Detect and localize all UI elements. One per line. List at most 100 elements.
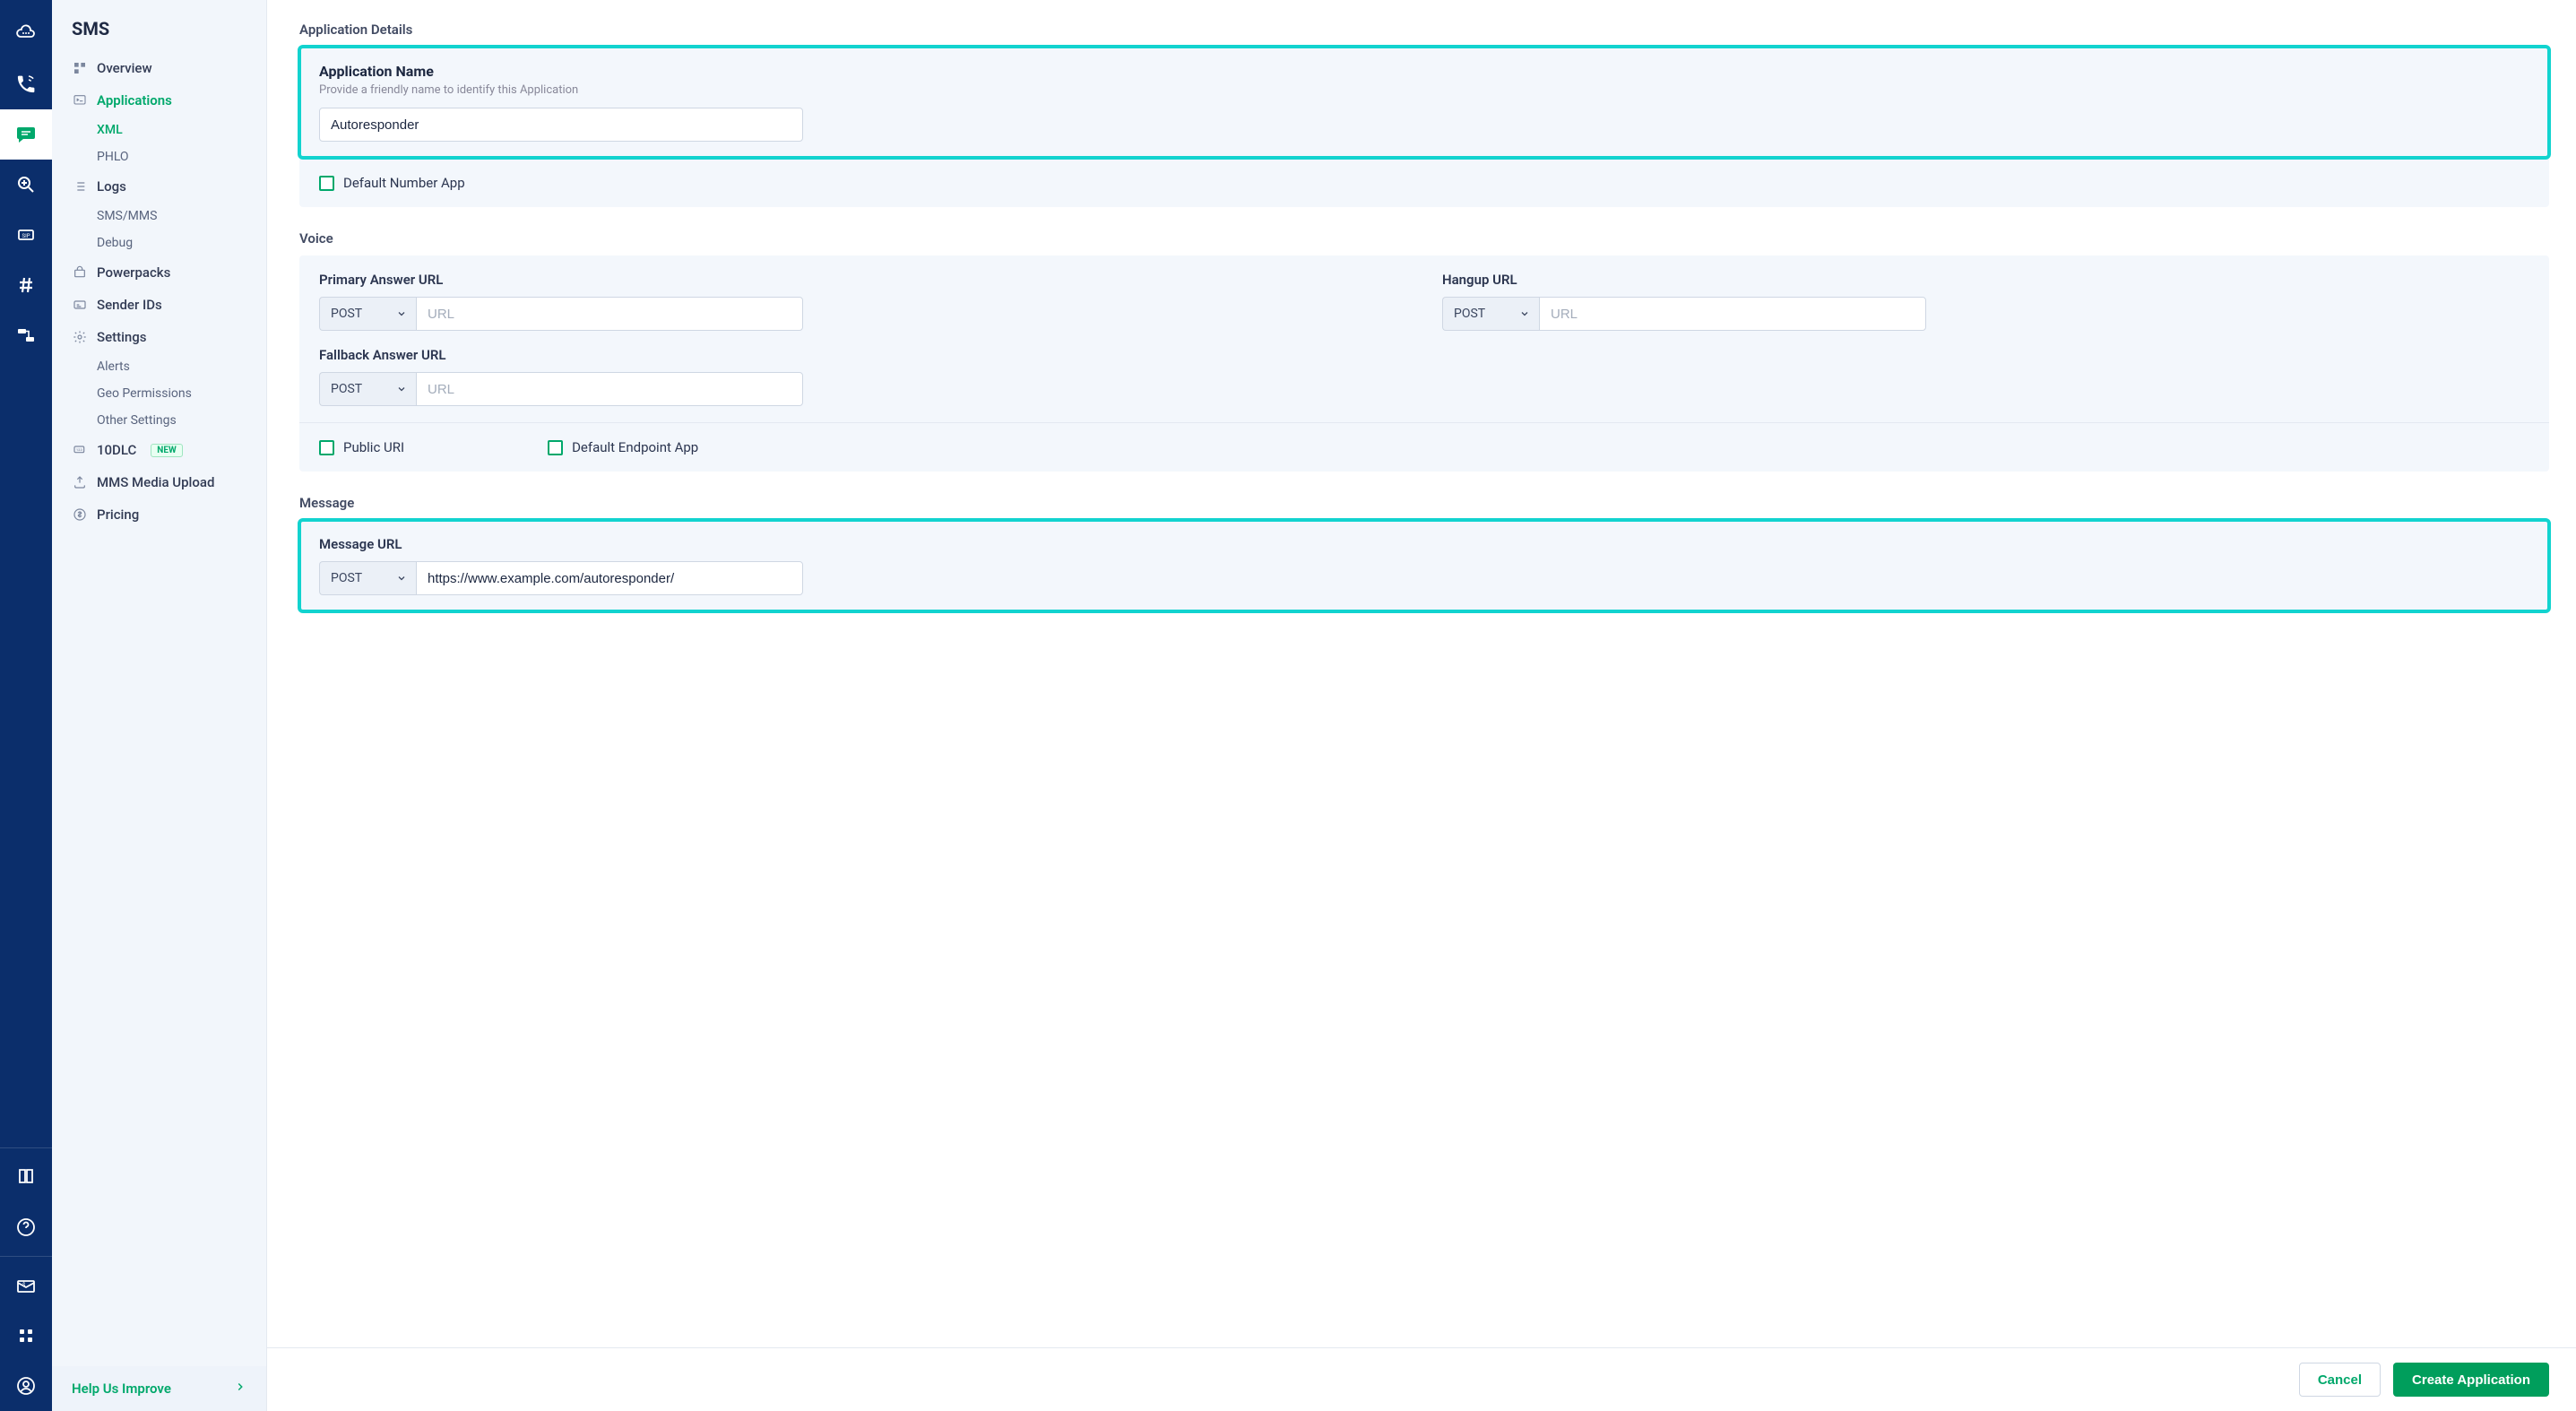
hangup-url-label: Hangup URL [1442, 272, 2529, 288]
gear-icon [72, 329, 88, 345]
check-label: Public URI [343, 439, 404, 455]
message-url-row: Message URL POST [299, 520, 2549, 611]
search-plus-icon [15, 174, 37, 195]
fallback-url-method-select[interactable]: POST [319, 372, 416, 406]
default-number-app-check[interactable]: Default Number App [319, 175, 2529, 191]
primary-url-method-select[interactable]: POST [319, 297, 416, 331]
message-url-method-select[interactable]: POST [319, 561, 416, 595]
nav-sub-other[interactable]: Other Settings [52, 407, 266, 434]
nav-applications[interactable]: Applications [52, 84, 266, 117]
rail-account[interactable] [0, 1361, 52, 1411]
envelope-money-icon: $ [15, 1275, 37, 1296]
action-bar: Cancel Create Application [267, 1347, 2576, 1411]
checkbox-icon [319, 176, 334, 191]
application-name-row: Application Name Provide a friendly name… [299, 47, 2549, 158]
default-endpoint-app-check[interactable]: Default Endpoint App [548, 439, 698, 455]
message-url-input[interactable] [416, 561, 803, 595]
nav-label: 10DLC [97, 442, 136, 458]
app-name-label: Application Name [319, 63, 2529, 80]
panel-app-details: Application Name Provide a friendly name… [299, 47, 2549, 207]
nav-overview[interactable]: Overview [52, 52, 266, 84]
nav-10dlc[interactable]: 123 10DLC NEW [52, 434, 266, 466]
rail-billing[interactable]: $ [0, 1260, 52, 1311]
hangup-url-input[interactable] [1539, 297, 1926, 331]
cancel-button[interactable]: Cancel [2299, 1363, 2381, 1397]
check-label: Default Endpoint App [572, 439, 698, 455]
method-value: POST [331, 382, 362, 396]
nav-sub-geo[interactable]: Geo Permissions [52, 380, 266, 407]
primary-url-input[interactable] [416, 297, 803, 331]
create-application-button[interactable]: Create Application [2393, 1363, 2549, 1397]
rail-docs[interactable] [0, 1152, 52, 1202]
rail-voice[interactable] [0, 59, 52, 109]
nav-sub-smsmms[interactable]: SMS/MMS [52, 203, 266, 229]
nav-label: MMS Media Upload [97, 474, 214, 490]
application-name-input[interactable] [319, 108, 803, 142]
sidebar-title: SMS [52, 0, 266, 52]
avatar-icon [15, 1375, 37, 1397]
method-value: POST [331, 571, 362, 585]
nav-label: Powerpacks [97, 264, 170, 281]
hangup-url-method-select[interactable]: POST [1442, 297, 1539, 331]
method-value: POST [331, 307, 362, 321]
rail-home[interactable] [0, 9, 52, 59]
dollar-icon [72, 506, 88, 523]
nav-powerpacks[interactable]: Powerpacks [52, 256, 266, 289]
nav-sub-phlo[interactable]: PHLO [52, 143, 266, 170]
id-icon [72, 297, 88, 313]
rail-apps[interactable] [0, 1311, 52, 1361]
fallback-url-input[interactable] [416, 372, 803, 406]
rail-integrations[interactable] [0, 310, 52, 360]
help-improve-label: Help Us Improve [72, 1381, 171, 1397]
check-label: Default Number App [343, 175, 465, 191]
sidebar: SMS Overview Applications XML PHLO Logs … [52, 0, 267, 1411]
hash-icon [15, 274, 37, 296]
svg-text:123: 123 [76, 447, 83, 452]
sip-icon: SIP [15, 224, 37, 246]
main-scroll: Application Details Application Name Pro… [267, 0, 2576, 1347]
nav-sub-alerts[interactable]: Alerts [52, 353, 266, 380]
public-uri-check[interactable]: Public URI [319, 439, 404, 455]
package-icon [72, 264, 88, 281]
rail-sms[interactable] [0, 109, 52, 160]
rail-numbers[interactable] [0, 260, 52, 310]
dashboard-icon [72, 60, 88, 76]
app-name-help: Provide a friendly name to identify this… [319, 83, 2529, 97]
pipe-icon [15, 325, 37, 346]
message-url-label: Message URL [319, 536, 2529, 552]
rail-sip[interactable]: SIP [0, 210, 52, 260]
nav-pricing[interactable]: Pricing [52, 498, 266, 531]
nav-senderids[interactable]: Sender IDs [52, 289, 266, 321]
nav-label: Logs [97, 178, 126, 195]
rail-help[interactable] [0, 1202, 52, 1252]
panel-message: Message URL POST [299, 520, 2549, 611]
help-improve[interactable]: Help Us Improve [52, 1366, 266, 1411]
nav-label: Settings [97, 329, 147, 345]
nav-settings[interactable]: Settings [52, 321, 266, 353]
voice-urls-row: Primary Answer URL POST Fallback Answer … [299, 255, 2549, 422]
section-title-message: Message [299, 495, 2549, 511]
chevron-down-icon [396, 573, 407, 584]
chevron-right-icon [234, 1381, 246, 1397]
section-title-app-details: Application Details [299, 22, 2549, 38]
terminal-icon [72, 92, 88, 108]
rail-lookup[interactable] [0, 160, 52, 210]
checkbox-icon [548, 440, 563, 455]
nav-sub-debug[interactable]: Debug [52, 229, 266, 256]
nav-sub-xml[interactable]: XML [52, 117, 266, 143]
upload-icon [72, 474, 88, 490]
fallback-url-label: Fallback Answer URL [319, 347, 1406, 363]
phone-icon [15, 74, 37, 95]
chevron-down-icon [1519, 308, 1530, 319]
nav-mms-upload[interactable]: MMS Media Upload [52, 466, 266, 498]
svg-text:SIP: SIP [22, 233, 30, 239]
grid-icon [15, 1325, 37, 1346]
new-badge: NEW [151, 444, 182, 457]
nav-label: Overview [97, 60, 152, 76]
message-icon [15, 124, 37, 145]
main: Application Details Application Name Pro… [267, 0, 2576, 1411]
nav-logs[interactable]: Logs [52, 170, 266, 203]
nav-label: Sender IDs [97, 297, 162, 313]
book-icon [15, 1166, 37, 1188]
voice-checks-row: Public URI Default Endpoint App [299, 422, 2549, 472]
